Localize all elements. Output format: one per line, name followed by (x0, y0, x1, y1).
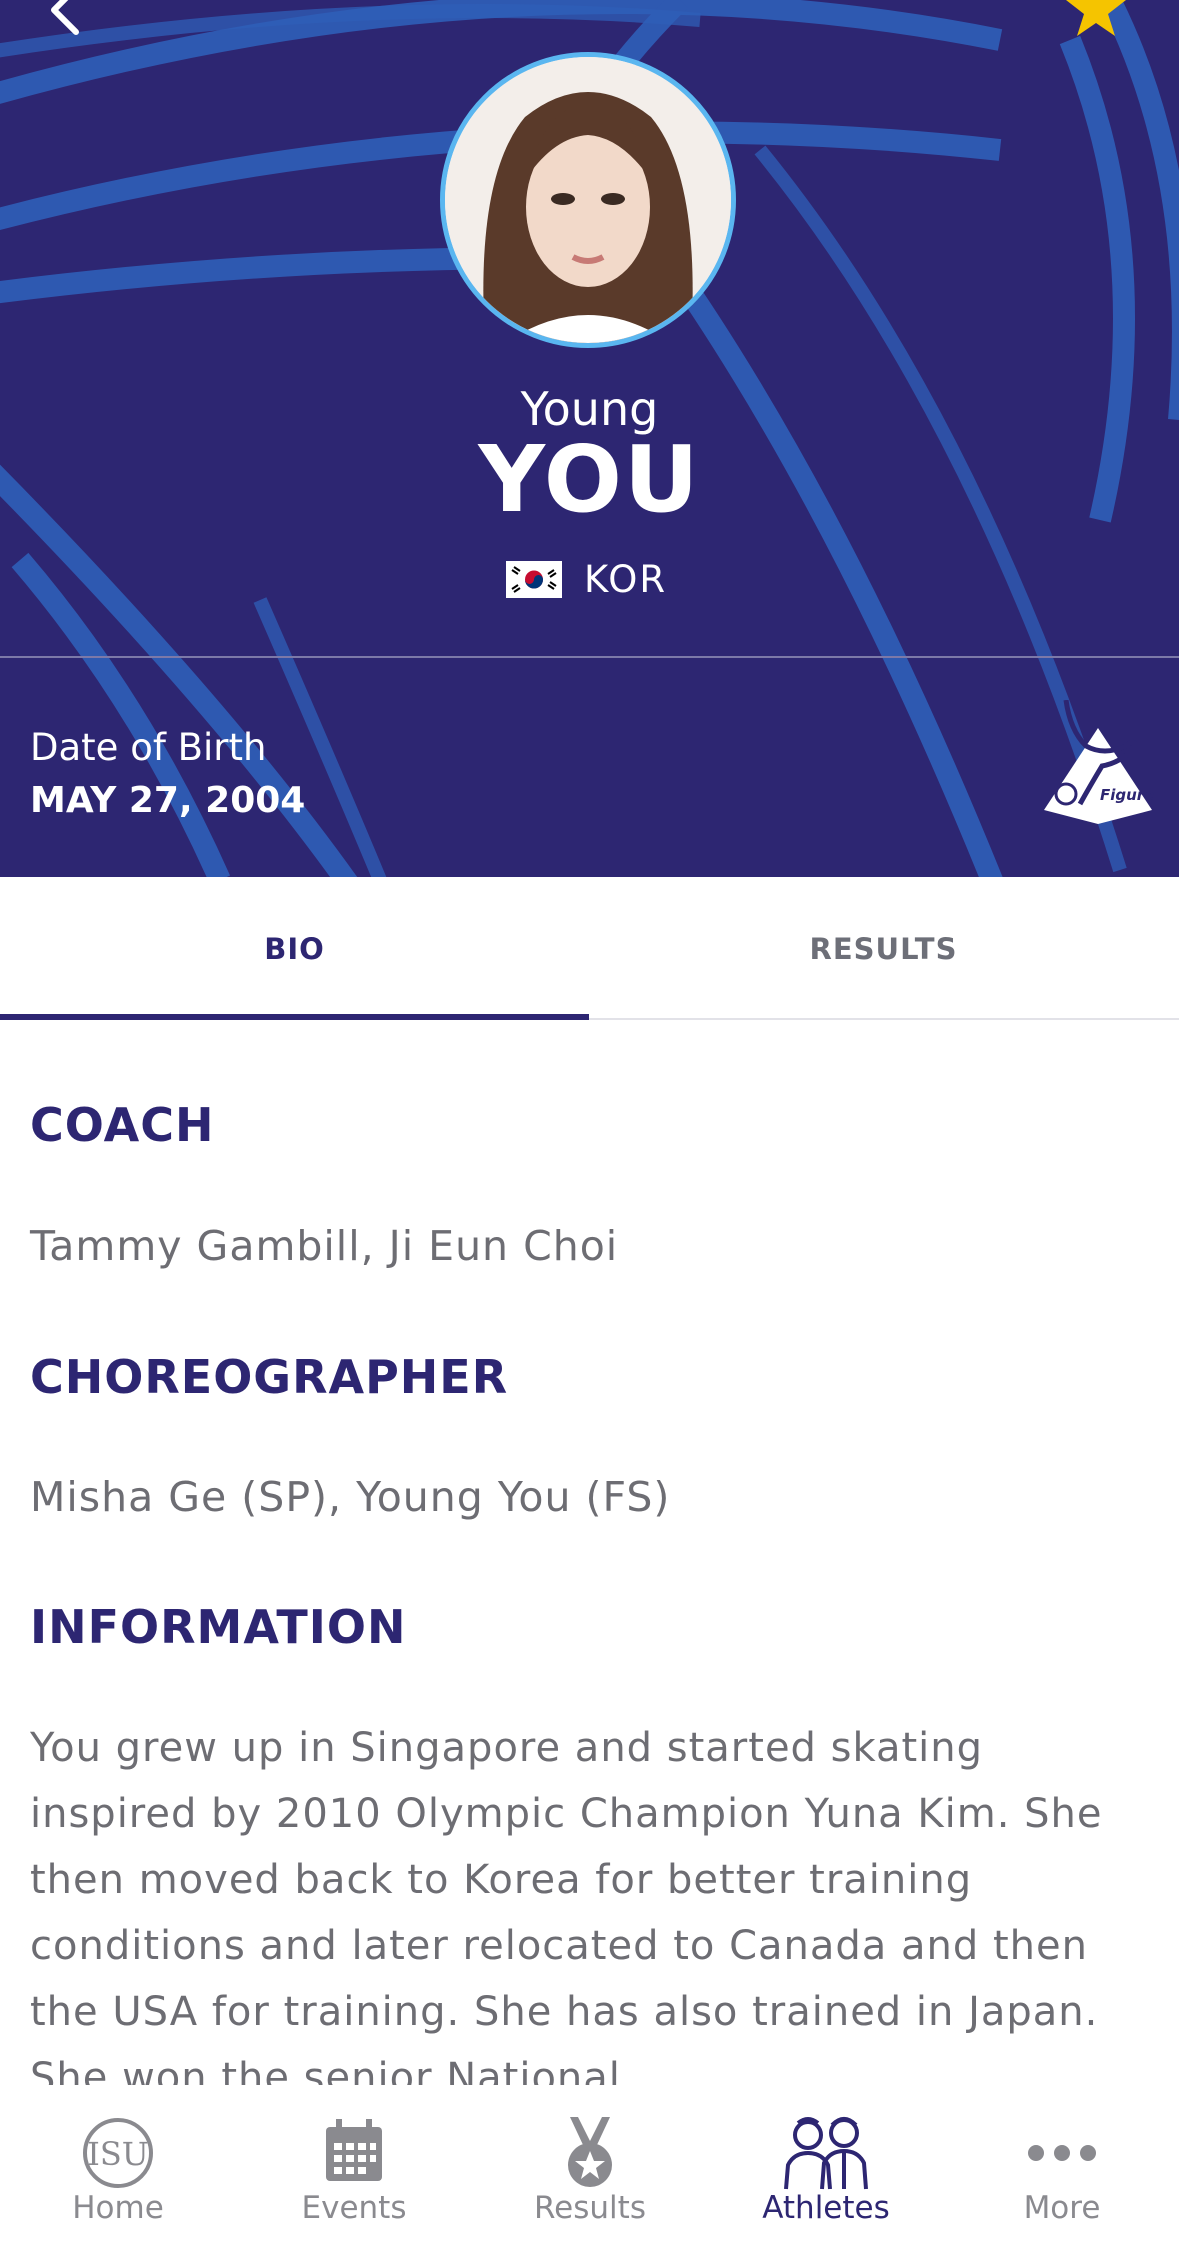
more-dots-icon (1028, 2145, 1096, 2161)
korea-flag-icon (506, 560, 562, 598)
medal-icon (568, 2117, 612, 2187)
nav-home-label: Home (72, 2190, 164, 2226)
chevron-left-icon (51, 0, 79, 35)
nav-more-label: More (1023, 2190, 1101, 2226)
coach-heading: COACH (30, 1098, 215, 1152)
bottom-navigation: ISU Home Events Results Athletes More (0, 2085, 1179, 2260)
athletes-icon (784, 2117, 868, 2190)
nav-events[interactable]: Events (236, 2085, 472, 2260)
nav-athletes-label: Athletes (762, 2190, 890, 2226)
choreographer-value: Misha Ge (SP), Young You (FS) (30, 1473, 671, 1521)
nav-results-label: Results (534, 2190, 646, 2226)
dob-label: Date of Birth (30, 726, 267, 769)
back-button[interactable] (40, 0, 100, 40)
nav-athletes[interactable]: Athletes (708, 2085, 944, 2260)
choreographer-heading: CHOREOGRAPHER (30, 1350, 509, 1404)
profile-tabs: BIO RESULTS (0, 877, 1179, 1020)
information-text: You grew up in Singapore and started ska… (30, 1725, 1103, 2085)
favorite-button[interactable] (1058, 0, 1134, 46)
nav-home[interactable]: ISU Home (0, 2085, 236, 2260)
calendar-icon (326, 2119, 382, 2181)
active-tab-indicator (0, 1014, 589, 1020)
athlete-header: Young YOU KOR Date of Birth MAY 27, 2004 (0, 0, 1179, 877)
coach-value: Tammy Gambill, Ji Eun Choi (30, 1222, 619, 1270)
athlete-photo (440, 52, 736, 348)
tab-results[interactable]: RESULTS (589, 877, 1178, 1020)
nav-results[interactable]: Results (472, 2085, 708, 2260)
svg-text:ISU: ISU (87, 2135, 149, 2173)
tab-bio[interactable]: BIO (0, 877, 589, 1020)
athlete-last-name: YOU (478, 426, 701, 533)
figure-skating-logo: Figure (1040, 699, 1156, 828)
svg-text:Figure: Figure (1100, 786, 1154, 804)
nav-events-label: Events (301, 2190, 407, 2226)
nation-code: KOR (584, 557, 668, 601)
isu-logo-icon: ISU (83, 2118, 153, 2188)
information-heading: INFORMATION (30, 1600, 407, 1654)
star-icon (1066, 0, 1126, 36)
dob-value: MAY 27, 2004 (30, 780, 306, 821)
header-divider (0, 656, 1179, 658)
nav-more[interactable]: More (944, 2085, 1179, 2260)
athlete-nation: KOR (506, 557, 668, 601)
